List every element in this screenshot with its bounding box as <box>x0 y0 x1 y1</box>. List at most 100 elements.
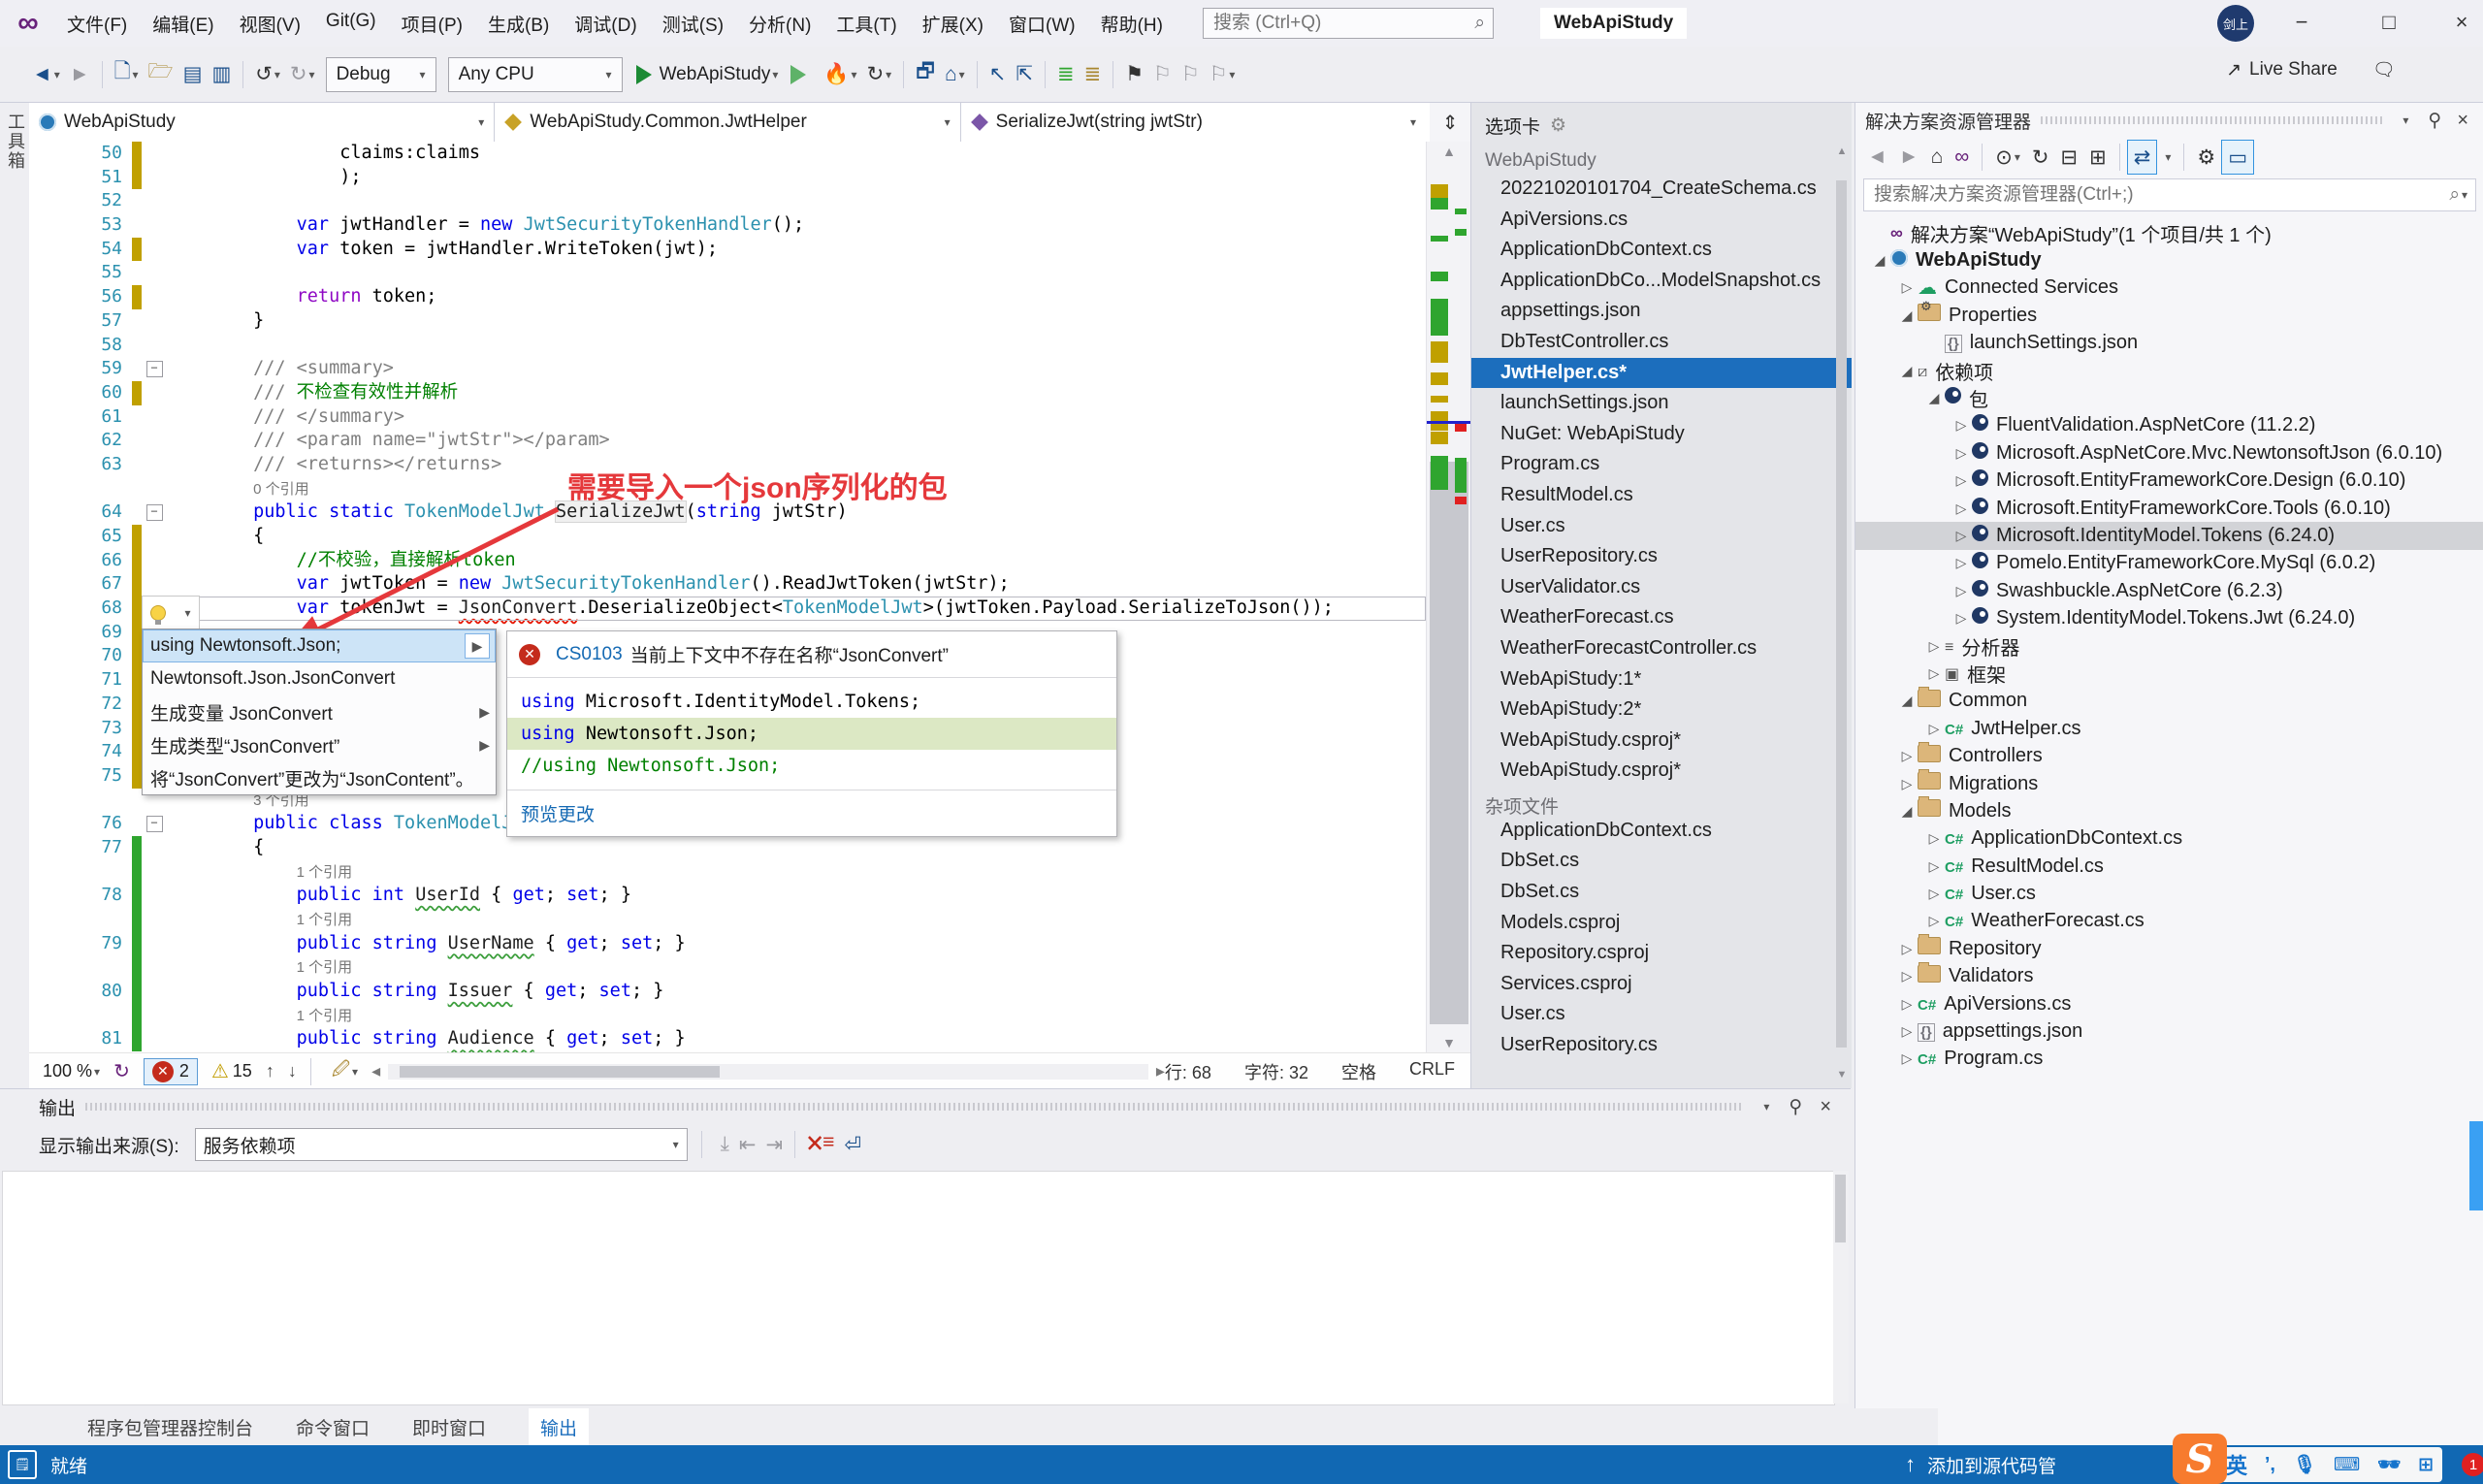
save-button[interactable]: ▤ <box>178 58 208 91</box>
search-input[interactable] <box>1211 12 1474 35</box>
code-line[interactable]: 78 public int UserId { get; set; } <box>29 884 1426 908</box>
tree-row[interactable]: ▷FluentValidation.AspNetCore (11.2.2) <box>1855 412 2483 439</box>
tree-row[interactable]: ▷C#WeatherForecast.cs <box>1855 908 2483 935</box>
solution-platform-dropdown[interactable]: Any CPU▾ <box>448 57 623 92</box>
menu-item[interactable]: 视图(V) <box>227 5 313 43</box>
codelens-label[interactable]: 1 个引用 <box>297 1008 353 1024</box>
tool-tab[interactable]: 命令窗口 <box>296 1414 370 1440</box>
expander-icon[interactable]: ▷ <box>1896 1050 1918 1067</box>
tab-item[interactable]: Program.cs <box>1471 449 1852 480</box>
restart-button[interactable]: ↻▾ <box>862 58 897 91</box>
quickfix-item[interactable]: Newtonsoft.Json.JsonConvert <box>143 662 496 695</box>
collapse-all-button[interactable]: ⊟ <box>2055 141 2084 174</box>
next-issue-button[interactable]: ↓ <box>288 1061 297 1081</box>
tree-row[interactable]: ▷Swashbuckle.AspNetCore (6.2.3) <box>1855 577 2483 604</box>
expander-icon[interactable]: ▷ <box>1923 830 1945 847</box>
menu-item[interactable]: 编辑(E) <box>140 5 226 43</box>
expander-icon[interactable]: ▷ <box>1923 913 1945 929</box>
tree-row[interactable]: ▷System.IdentityModel.Tokens.Jwt (6.24.0… <box>1855 604 2483 631</box>
next-message-button[interactable]: ⇥ <box>761 1128 789 1161</box>
tab-item[interactable]: WebApiStudy:2* <box>1471 694 1852 726</box>
tree-row[interactable]: ▷{}appsettings.json <box>1855 1017 2483 1045</box>
fold-margin[interactable] <box>142 334 167 358</box>
warning-count-button[interactable]: ⚠ 15 <box>211 1059 252 1083</box>
output-scrollbar[interactable] <box>1833 1171 1849 1403</box>
expander-icon[interactable]: ▷ <box>1951 528 1972 544</box>
tree-row[interactable]: ◢Common <box>1855 688 2483 715</box>
tab-item[interactable]: WebApiStudy:1* <box>1471 664 1852 695</box>
code-line[interactable]: 65 { <box>29 525 1426 549</box>
tree-row[interactable]: ◢包 <box>1855 384 2483 411</box>
tab-item[interactable]: WeatherForecast.cs <box>1471 602 1852 633</box>
back-button[interactable]: ◄ <box>1861 141 1893 174</box>
mic-icon[interactable]: 🎙 <box>2293 1453 2316 1476</box>
tab-item[interactable]: ApiVersions.cs <box>1471 205 1852 236</box>
minimize-button[interactable]: − <box>2270 0 2334 45</box>
expander-icon[interactable]: ◢ <box>1869 252 1890 269</box>
fold-margin[interactable] <box>142 453 167 477</box>
fold-margin[interactable] <box>142 908 167 932</box>
expander-icon[interactable]: ▷ <box>1923 858 1945 875</box>
scrollbar-thumb[interactable] <box>1430 462 1468 1024</box>
hscroll-right-icon[interactable]: ▸ <box>1156 1061 1165 1081</box>
open-file-button[interactable]: 🗁 <box>144 58 178 91</box>
prev-bookmark-button[interactable]: ⚐ <box>1148 58 1177 91</box>
keyboard-icon[interactable]: ⌨ <box>2334 1454 2360 1476</box>
split-editor-button[interactable]: ⇕ <box>1430 103 1470 143</box>
collapse-icon[interactable]: − <box>146 361 163 377</box>
tree-row[interactable]: ▷☁Connected Services <box>1855 274 2483 302</box>
expander-icon[interactable]: ▷ <box>1896 279 1918 296</box>
properties-button[interactable]: ⚙ <box>2191 141 2221 174</box>
code-line[interactable]: 61 /// </summary> <box>29 405 1426 430</box>
status-eol[interactable]: CRLF <box>1409 1059 1455 1084</box>
output-source-dropdown[interactable]: 服务依赖项▾ <box>195 1128 688 1161</box>
tree-row[interactable]: ▷C#JwtHelper.cs <box>1855 715 2483 742</box>
editor-vertical-scrollbar[interactable]: ▲ ▼ <box>1426 142 1471 1052</box>
fold-margin[interactable]: − <box>142 357 167 381</box>
chevron-down-icon[interactable]: ▾ <box>2402 113 2408 127</box>
fold-margin[interactable] <box>142 381 167 405</box>
tab-item[interactable]: UserRepository.cs <box>1471 1030 1852 1061</box>
breadcrumb-project-dropdown[interactable]: WebApiStudy▾ <box>29 103 495 142</box>
tree-row[interactable]: ▷Microsoft.AspNetCore.Mvc.NewtonsoftJson… <box>1855 439 2483 467</box>
fold-margin[interactable] <box>142 836 167 860</box>
collapse-icon[interactable]: − <box>146 816 163 832</box>
comment-button[interactable]: ≣ <box>1052 58 1080 91</box>
next-bookmark-button[interactable]: ⚐ <box>1177 58 1205 91</box>
lightbulb-widget[interactable]: ▾ <box>142 596 200 630</box>
tree-row[interactable]: ◢Properties <box>1855 302 2483 329</box>
tree-row[interactable]: ▷Controllers <box>1855 742 2483 769</box>
expander-icon[interactable]: ▷ <box>1896 748 1918 764</box>
code-line[interactable]: 77 { <box>29 836 1426 860</box>
code-line[interactable]: 60 /// 不检查有效性并解析 <box>29 381 1426 405</box>
code-line[interactable]: 1 个引用 <box>29 955 1426 980</box>
code-line[interactable]: 80 public string Issuer { get; set; } <box>29 980 1426 1004</box>
codelens-label[interactable]: 1 个引用 <box>297 864 353 881</box>
quickfix-item[interactable]: 生成变量 JsonConvert▶ <box>143 695 496 728</box>
tab-item[interactable]: JwtHelper.cs* <box>1471 358 1852 389</box>
menu-item[interactable]: 帮助(H) <box>1088 5 1176 43</box>
code-line[interactable]: 55 <box>29 261 1426 285</box>
tab-item[interactable]: NuGet: WebApiStudy <box>1471 419 1852 450</box>
output-content[interactable] <box>2 1171 1835 1405</box>
scrollbar-thumb[interactable] <box>1836 180 1847 1048</box>
scroll-down-icon[interactable]: ▼ <box>1427 1035 1471 1050</box>
tab-item[interactable]: appsettings.json <box>1471 296 1852 327</box>
tab-item[interactable]: ApplicationDbCo...ModelSnapshot.cs <box>1471 266 1852 297</box>
tree-row[interactable]: ▷Pomelo.EntityFrameworkCore.MySql (6.0.2… <box>1855 550 2483 577</box>
tree-row[interactable]: ▷Microsoft.IdentityModel.Tokens (6.24.0) <box>1855 522 2483 549</box>
tab-item[interactable]: Services.csproj <box>1471 969 1852 1000</box>
code-line[interactable]: 51 ); <box>29 166 1426 190</box>
expander-icon[interactable]: ▷ <box>1951 472 1972 489</box>
toolbox-grid-icon[interactable]: ⊞ <box>2418 1454 2434 1476</box>
menu-item[interactable]: 测试(S) <box>650 5 736 43</box>
status-space-mode[interactable]: 空格 <box>1341 1059 1376 1084</box>
expander-icon[interactable]: ▷ <box>1923 886 1945 902</box>
expander-icon[interactable]: ◢ <box>1896 693 1918 709</box>
close-icon[interactable]: × <box>2457 110 2468 132</box>
codelens-label[interactable]: 1 个引用 <box>297 912 353 928</box>
fold-margin[interactable] <box>142 572 167 597</box>
scroll-up-icon[interactable]: ▲ <box>1427 144 1471 159</box>
code-line[interactable]: 53 var jwtHandler = new JwtSecurityToken… <box>29 213 1426 238</box>
fold-margin[interactable] <box>142 549 167 573</box>
